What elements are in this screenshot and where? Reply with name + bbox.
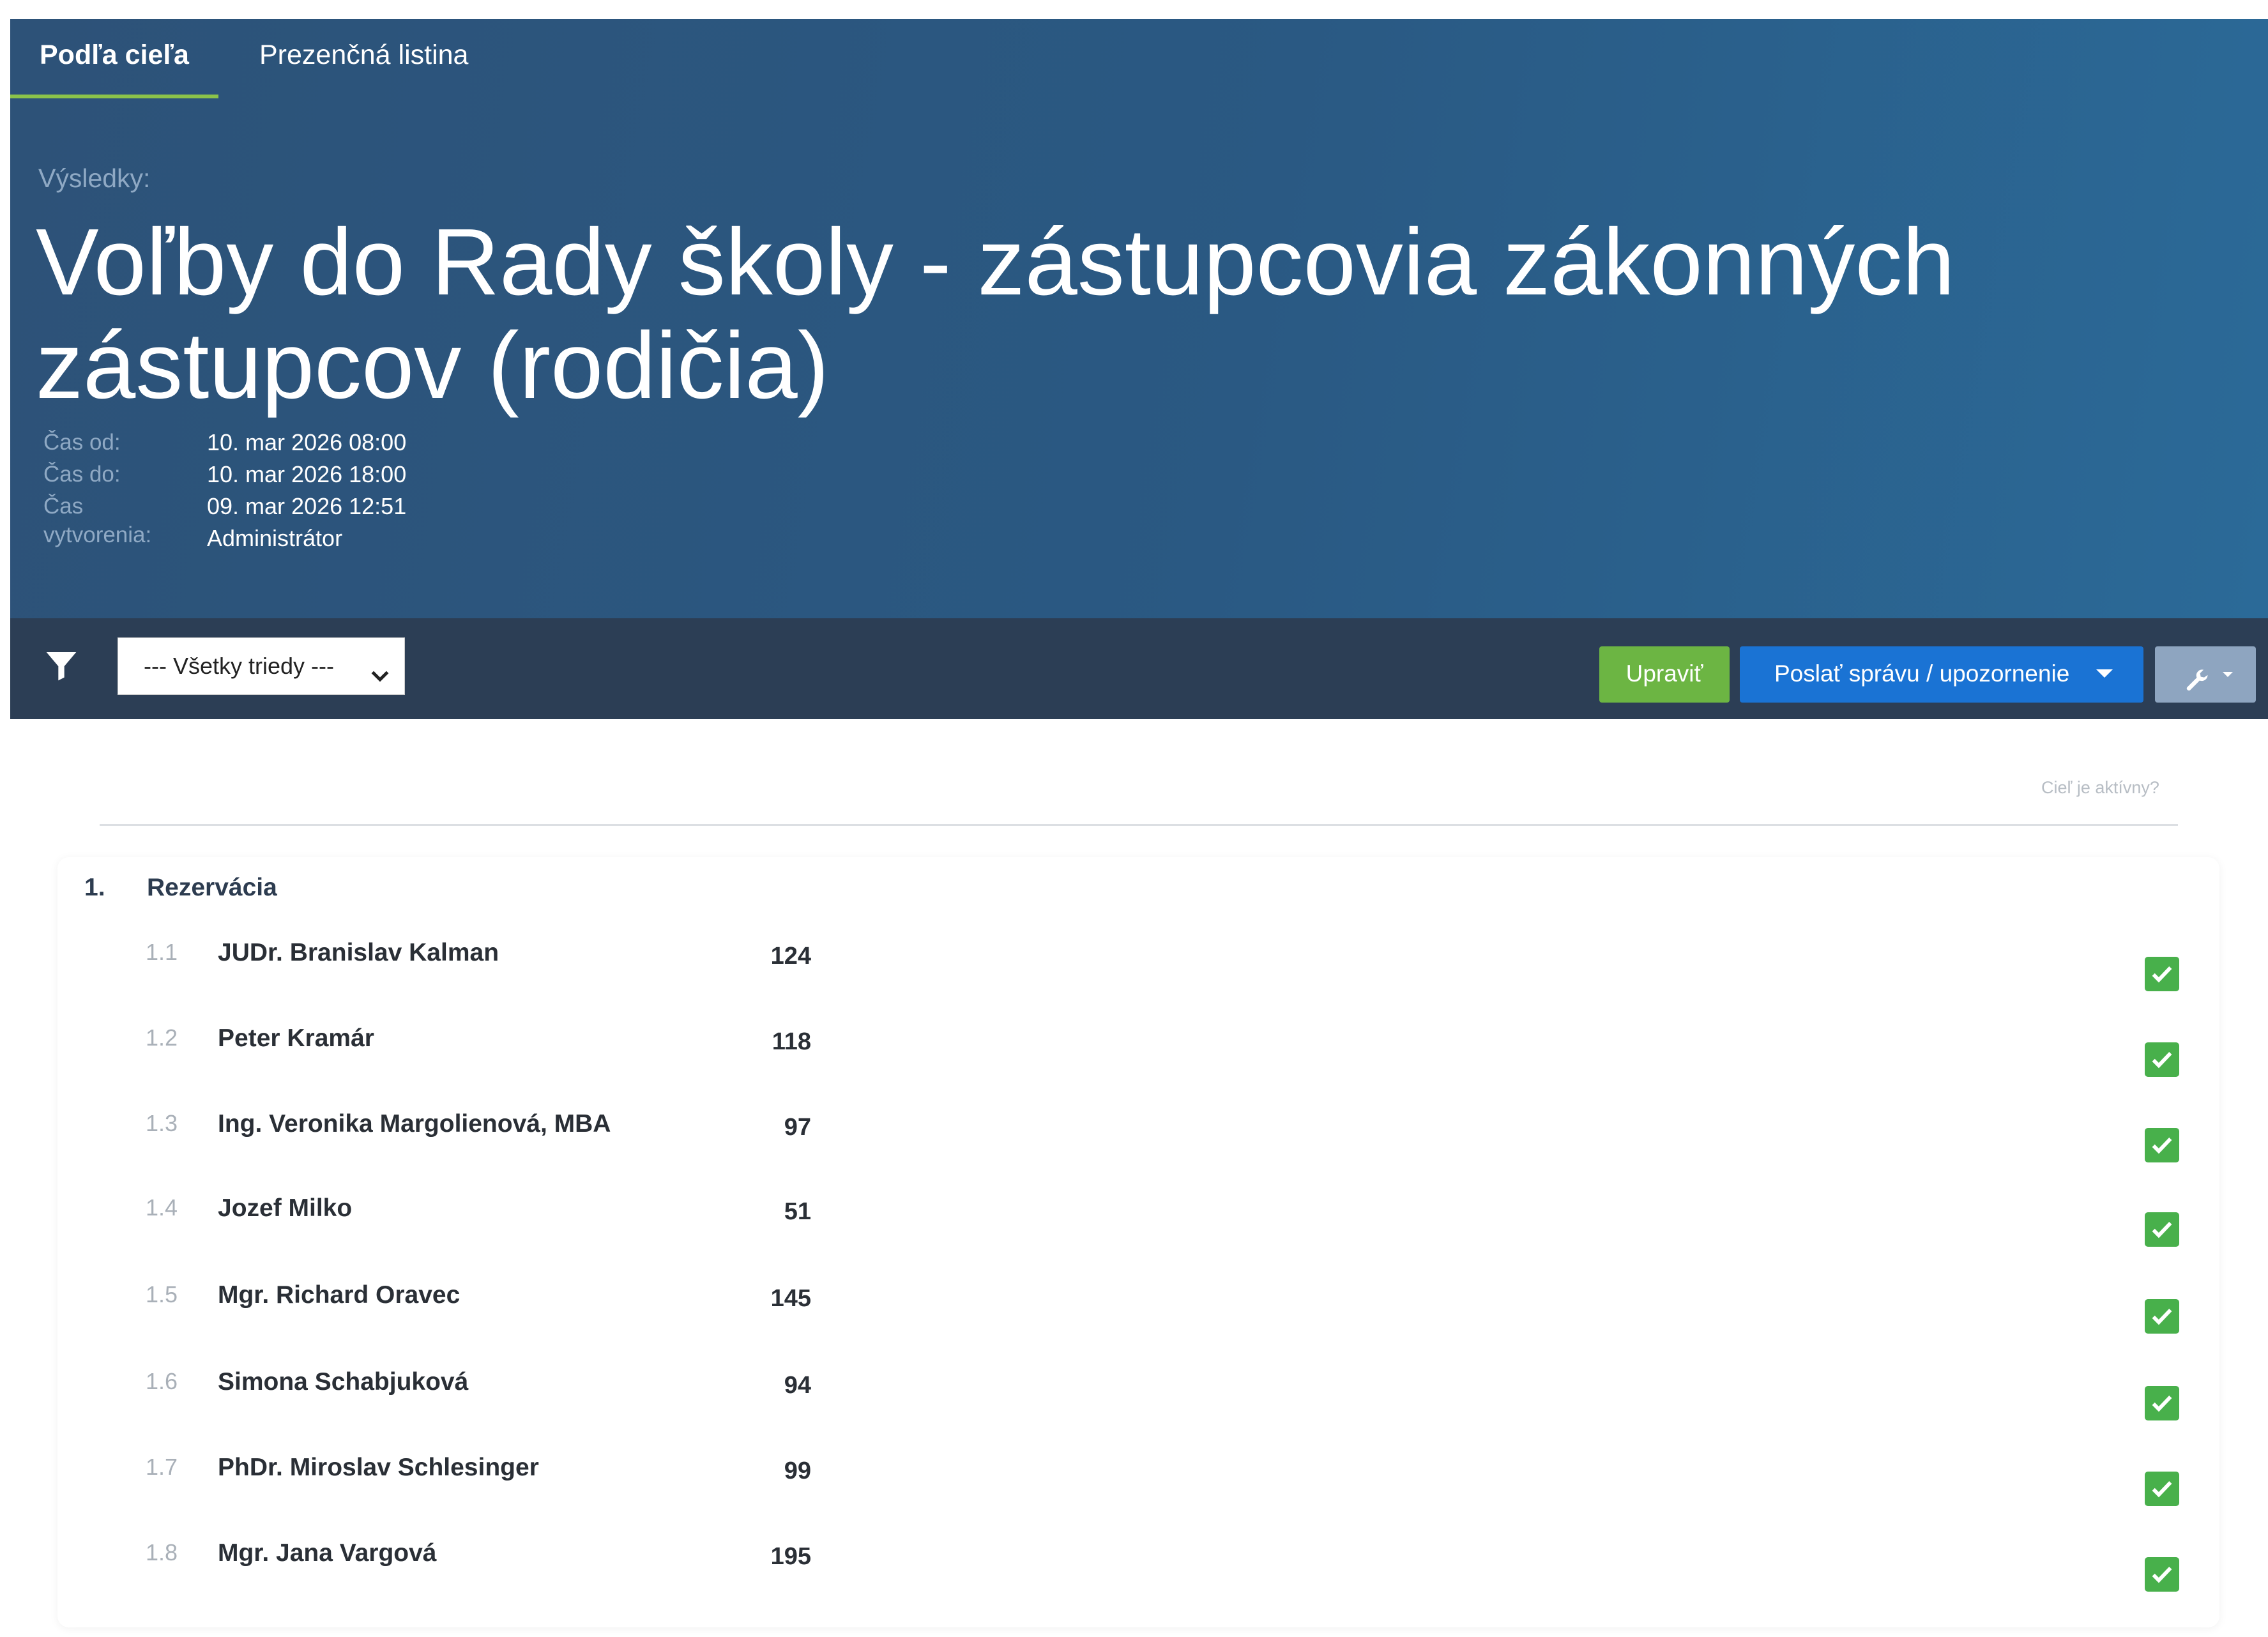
- edit-button[interactable]: Upraviť: [1599, 646, 1730, 703]
- caret-down-icon: [2096, 669, 2113, 678]
- candidate-row: 1.7 PhDr. Miroslav Schlesinger 99: [57, 1454, 2219, 1530]
- results-header: Podľa cieľa Prezenčná listina Výsledky: …: [10, 19, 2268, 620]
- candidate-name: Mgr. Jana Vargová: [218, 1539, 437, 1567]
- candidate-name: Simona Schabjuková: [218, 1368, 469, 1396]
- chevron-down-icon: [367, 653, 393, 682]
- candidate-number: 1.3: [146, 1110, 178, 1136]
- filter-icon[interactable]: [43, 648, 79, 683]
- candidate-number: 1.6: [146, 1368, 178, 1394]
- meta-value: 10. mar 2026 18:00: [207, 461, 407, 487]
- candidate-row: 1.4 Jozef Milko 51: [57, 1194, 2219, 1271]
- candidate-row: 1.1 JUDr. Branislav Kalman 124: [57, 939, 2219, 1016]
- candidate-name: Mgr. Richard Oravec: [218, 1281, 460, 1309]
- meta-value: 09. mar 2026 12:51: [207, 493, 407, 519]
- candidate-name: PhDr. Miroslav Schlesinger: [218, 1454, 539, 1481]
- checkbox-checked-icon[interactable]: [2145, 1212, 2179, 1247]
- candidate-name: Ing. Veronika Margolienová, MBA: [218, 1110, 611, 1138]
- candidate-name: JUDr. Branislav Kalman: [218, 939, 499, 966]
- tab-prezencna-listina[interactable]: Prezenčná listina: [259, 19, 468, 95]
- class-filter-select[interactable]: --- Všetky triedy ---: [118, 637, 405, 695]
- candidate-row: 1.8 Mgr. Jana Vargová 195: [57, 1539, 2219, 1616]
- candidate-votes: 124: [770, 943, 811, 970]
- page-title: Voľby do Rady školy - zástupcovia zákonn…: [36, 209, 1955, 418]
- active-column-label: Cieľ je aktívny?: [2041, 778, 2159, 797]
- meta-value: 10. mar 2026 08:00: [207, 429, 407, 455]
- meta-label: Čas do:: [43, 462, 121, 487]
- candidate-votes: 99: [784, 1458, 811, 1484]
- candidate-votes: 145: [770, 1285, 811, 1312]
- send-message-button[interactable]: Poslať správu / upozornenie: [1740, 646, 2143, 703]
- candidate-row: 1.2 Peter Kramár 118: [57, 1024, 2219, 1101]
- tab-bar: Podľa cieľa Prezenčná listina: [10, 19, 2268, 98]
- checkbox-checked-icon[interactable]: [2145, 1042, 2179, 1077]
- candidate-number: 1.7: [146, 1454, 178, 1480]
- candidate-votes: 97: [784, 1114, 811, 1141]
- results-card: 1. Rezervácia 1.1 JUDr. Branislav Kalman…: [57, 857, 2219, 1627]
- section-title: Rezervácia: [147, 874, 277, 901]
- candidate-name: Jozef Milko: [218, 1194, 353, 1222]
- results-label: Výsledky:: [38, 164, 151, 193]
- meta-label: Čas od:: [43, 430, 121, 455]
- candidate-votes: 94: [784, 1372, 811, 1399]
- candidate-votes: 195: [770, 1543, 811, 1570]
- section-number: 1.: [84, 874, 105, 901]
- send-message-label: Poslať správu / upozornenie: [1774, 660, 2070, 687]
- divider: [100, 824, 2178, 826]
- candidate-number: 1.8: [146, 1539, 178, 1565]
- tab-podla-ciela[interactable]: Podľa cieľa: [10, 19, 218, 98]
- meta-label: Čas vytvorenia:: [43, 494, 152, 547]
- caret-down-icon: [2223, 672, 2233, 677]
- candidate-number: 1.1: [146, 939, 178, 965]
- candidate-number: 1.4: [146, 1194, 178, 1221]
- checkbox-checked-icon[interactable]: [2145, 1299, 2179, 1334]
- candidate-number: 1.5: [146, 1281, 178, 1307]
- checkbox-checked-icon[interactable]: [2145, 957, 2179, 991]
- tools-dropdown-button[interactable]: [2155, 646, 2256, 703]
- class-filter-value: --- Všetky triedy ---: [144, 653, 335, 679]
- checkbox-checked-icon[interactable]: [2145, 1386, 2179, 1420]
- candidate-name: Peter Kramár: [218, 1024, 374, 1052]
- checkbox-checked-icon[interactable]: [2145, 1472, 2179, 1506]
- candidate-votes: 51: [784, 1198, 811, 1225]
- checkbox-checked-icon[interactable]: [2145, 1557, 2179, 1592]
- toolbar: --- Všetky triedy --- Upraviť Poslať spr…: [10, 618, 2268, 719]
- wrench-icon: [2183, 660, 2211, 691]
- candidate-votes: 118: [772, 1028, 811, 1055]
- candidate-row: 1.3 Ing. Veronika Margolienová, MBA 97: [57, 1110, 2219, 1187]
- meta-value: Administrátor: [207, 525, 343, 551]
- checkbox-checked-icon[interactable]: [2145, 1128, 2179, 1162]
- candidate-number: 1.2: [146, 1024, 178, 1051]
- candidate-row: 1.6 Simona Schabjuková 94: [57, 1368, 2219, 1445]
- candidate-row: 1.5 Mgr. Richard Oravec 145: [57, 1281, 2219, 1358]
